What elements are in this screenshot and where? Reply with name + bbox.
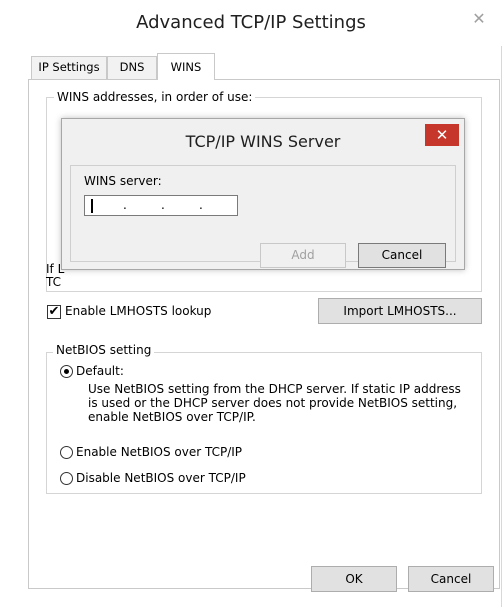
netbios-default-label[interactable]: Default: <box>76 364 124 378</box>
enable-lmhosts-label[interactable]: Enable LMHOSTS lookup <box>65 304 211 318</box>
text-cursor <box>91 199 93 213</box>
modal-cancel-button[interactable]: Cancel <box>358 243 446 268</box>
tab-ip-settings[interactable]: IP Settings <box>31 56 107 79</box>
netbios-disable-radio[interactable] <box>60 472 73 485</box>
netbios-default-description: Use NetBIOS setting from the DHCP server… <box>88 382 461 424</box>
netbios-enable-radio[interactable] <box>60 446 73 459</box>
partial-text: TC <box>46 275 62 289</box>
wins-server-label: WINS server: <box>84 174 162 188</box>
ip-separator: . <box>161 198 165 212</box>
modal-title: TCP/IP WINS Server <box>185 132 341 151</box>
title-bar: Advanced TCP/IP Settings ✕ <box>0 0 502 46</box>
netbios-enable-label[interactable]: Enable NetBIOS over TCP/IP <box>76 445 242 459</box>
netbios-setting-label: NetBIOS setting <box>53 343 155 357</box>
netbios-default-radio[interactable] <box>60 365 73 378</box>
cancel-button[interactable]: Cancel <box>408 566 494 592</box>
enable-lmhosts-checkbox[interactable]: ✔ <box>47 305 61 319</box>
advanced-tcpip-dialog: Advanced TCP/IP Settings ✕ IP Settings D… <box>0 0 502 607</box>
ip-separator: . <box>199 198 203 212</box>
add-button[interactable]: Add <box>260 243 346 268</box>
ip-separator: . <box>123 198 127 212</box>
modal-title-bar: TCP/IP WINS Server ✕ <box>62 119 464 165</box>
close-icon[interactable]: ✕ <box>425 124 459 146</box>
window-title: Advanced TCP/IP Settings <box>136 12 366 33</box>
wins-server-ip-input[interactable]: . . . <box>84 195 238 216</box>
import-lmhosts-button[interactable]: Import LMHOSTS... <box>318 298 482 324</box>
tab-wins[interactable]: WINS <box>157 53 215 80</box>
wins-addresses-label: WINS addresses, in order of use: <box>54 90 256 104</box>
netbios-disable-label[interactable]: Disable NetBIOS over TCP/IP <box>76 471 246 485</box>
tab-dns[interactable]: DNS <box>107 56 157 79</box>
ok-button[interactable]: OK <box>311 566 397 592</box>
radio-selected-dot <box>64 369 69 374</box>
wins-server-dialog: TCP/IP WINS Server ✕ WINS server: . . . … <box>61 118 465 270</box>
close-icon[interactable]: ✕ <box>463 8 495 30</box>
